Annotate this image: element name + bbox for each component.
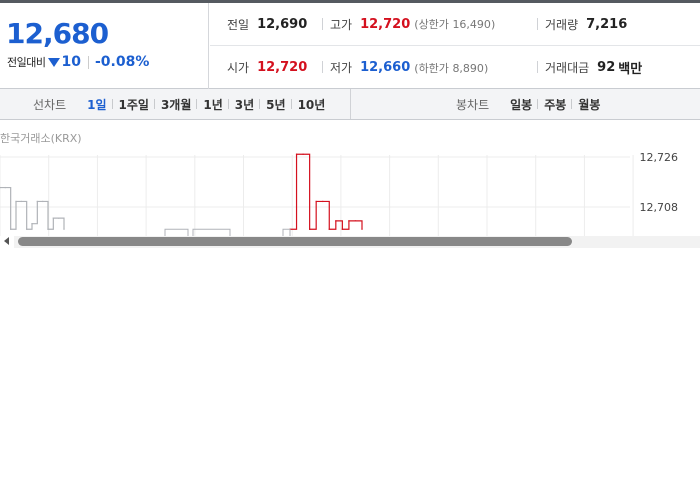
stat-label: 전일	[227, 17, 250, 32]
data-point	[341, 228, 343, 230]
stats-row-1: 전일 12,690 고가 12,720 (상한가 16,490) 거래량 7,2…	[210, 3, 700, 46]
stats-panel: 전일 12,690 고가 12,720 (상한가 16,490) 거래량 7,2…	[210, 3, 700, 89]
current-price: 12,680	[6, 17, 109, 50]
stat-volume: 거래량 7,216	[537, 3, 628, 45]
stat-amount: 거래대금 92 백만	[537, 46, 643, 89]
data-point	[58, 217, 60, 219]
upper-limit-label: 상한가	[418, 18, 449, 31]
stat-label: 저가	[330, 61, 353, 75]
stat-label: 거래량	[545, 17, 579, 32]
data-point	[354, 220, 357, 222]
data-point	[52, 217, 54, 219]
series-segment	[282, 228, 291, 236]
current-price-box: 12,680 전일대비 10 -0.08%	[0, 3, 209, 89]
divider	[322, 61, 323, 73]
data-point	[328, 228, 330, 230]
divider	[87, 55, 89, 69]
tab-5years[interactable]: 5년	[259, 96, 291, 113]
tab-1year[interactable]: 1년	[196, 96, 228, 113]
data-point	[0, 186, 1, 189]
tab-1week[interactable]: 1주일	[111, 96, 155, 113]
stat-value: 92	[597, 60, 616, 75]
stat-value: 12,720	[257, 60, 308, 75]
data-point	[309, 228, 311, 230]
y-tick-label: 12,726	[640, 151, 679, 164]
scroll-left-arrow-icon[interactable]	[4, 237, 9, 245]
stat-high: 고가 12,720 (상한가 16,490)	[322, 3, 496, 45]
down-triangle-icon	[48, 57, 61, 67]
data-point	[361, 228, 363, 230]
tab-3years[interactable]: 3년	[227, 96, 260, 113]
stat-low: 저가 12,660 (하한가 8,890)	[322, 46, 489, 89]
series-segment	[192, 228, 231, 236]
data-point	[302, 153, 304, 155]
data-point	[20, 200, 22, 203]
tab-monthly-candle[interactable]: 월봉	[571, 96, 606, 113]
data-point	[15, 200, 17, 203]
candle-chart-tabs: 봉차트 일봉 주봉 월봉	[352, 89, 700, 119]
data-point	[47, 228, 49, 230]
stat-label: 시가	[227, 61, 250, 75]
series-segment	[164, 228, 189, 236]
stat-value: 12,720	[360, 16, 411, 32]
stat-value: 7,216	[586, 16, 628, 32]
data-point	[335, 220, 337, 222]
stat-label: 고가	[330, 17, 353, 32]
data-point	[348, 220, 350, 222]
change-row: 전일대비 10 -0.08%	[7, 54, 149, 70]
lower-limit-value: 8,890	[452, 61, 484, 75]
series-line	[0, 186, 65, 230]
price-chart: 한국거래소(KRX) 12,726 12,708	[0, 121, 700, 236]
divider	[537, 61, 538, 73]
stat-open: 시가 12,720	[227, 46, 307, 89]
data-source-label: 한국거래소(KRX)	[0, 132, 82, 145]
line-chart-label: 선차트	[33, 97, 67, 112]
data-point	[322, 200, 324, 203]
stat-prev-close: 전일 12,690	[227, 3, 307, 45]
chart-canvas: 12,726 12,708	[0, 151, 679, 236]
data-point	[4, 186, 6, 189]
stat-value: 12,660	[360, 60, 411, 75]
scroll-thumb[interactable]	[18, 237, 572, 246]
series-line	[290, 153, 363, 230]
data-point	[10, 228, 12, 230]
upper-limit-value: 16,490	[452, 18, 491, 31]
lower-limit: (하한가 8,890)	[414, 61, 489, 75]
data-point	[315, 200, 317, 203]
data-point	[26, 228, 28, 230]
quote-panel: 12,680 전일대비 10 -0.08% 전일 12,690 고가 12,72…	[0, 3, 700, 89]
change-percent: -0.08%	[94, 54, 150, 70]
chart-tabs: 선차트 1일 1주일 3개월 1년 3년 5년 10년 봉차트 일봉 주봉 월봉	[0, 89, 700, 120]
data-point	[42, 200, 44, 203]
upper-limit: (상한가 16,490)	[414, 18, 496, 31]
data-point	[31, 223, 33, 225]
change-value: 10	[61, 54, 81, 70]
stats-row-2: 시가 12,720 저가 12,660 (하한가 8,890) 거래대금 92 …	[210, 46, 700, 89]
change-label: 전일대비	[7, 56, 46, 69]
tab-daily-candle[interactable]: 일봉	[504, 96, 538, 113]
lower-limit-label: 하한가	[418, 61, 449, 75]
divider	[537, 18, 538, 30]
candle-chart-label: 봉차트	[456, 97, 490, 112]
data-point	[295, 153, 298, 155]
chart-scrollbar[interactable]	[0, 236, 700, 248]
line-chart-tabs: 선차트 1일 1주일 3개월 1년 3년 5년 10년	[0, 89, 351, 119]
data-point	[63, 228, 65, 230]
tab-3months[interactable]: 3개월	[153, 96, 197, 113]
data-point	[36, 200, 38, 203]
stat-unit: 백만	[618, 62, 643, 77]
stat-label: 거래대금	[545, 61, 590, 75]
tab-1day[interactable]: 1일	[81, 96, 112, 113]
y-tick-label: 12,708	[640, 201, 679, 214]
divider	[322, 18, 323, 30]
tab-10years[interactable]: 10년	[290, 96, 332, 113]
stat-value: 12,690	[257, 16, 308, 32]
tab-weekly-candle[interactable]: 주봉	[537, 96, 572, 113]
